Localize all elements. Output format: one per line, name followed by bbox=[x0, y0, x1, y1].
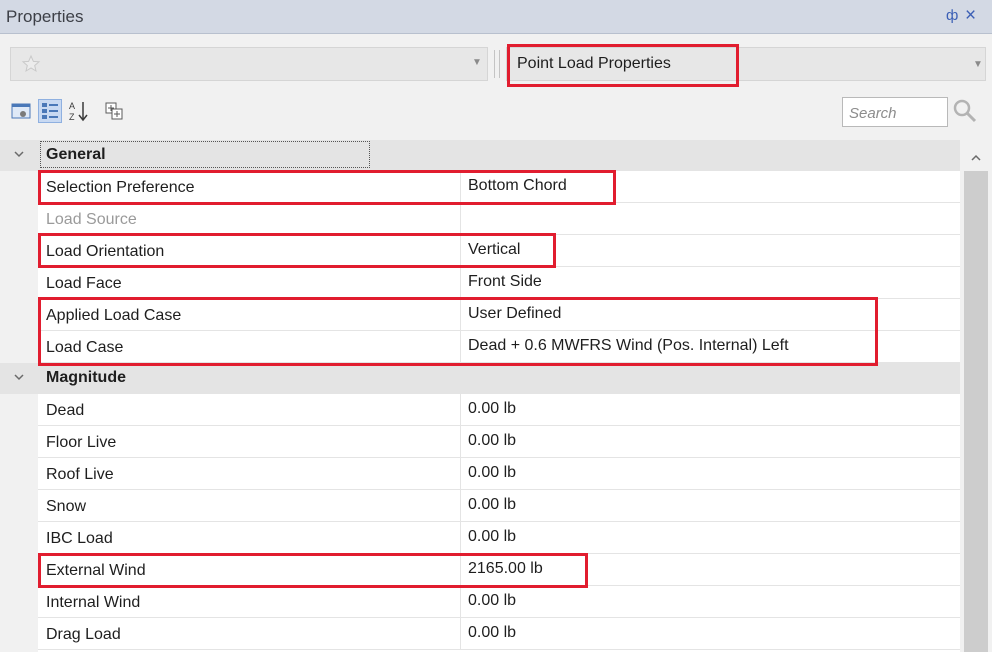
expand-all-icon bbox=[105, 102, 123, 120]
property-value[interactable]: 0.00 lb bbox=[468, 528, 516, 546]
property-name: Drag Load bbox=[46, 626, 121, 643]
property-row-external-wind[interactable]: External Wind 2165.00 lb bbox=[38, 554, 960, 586]
property-name: External Wind bbox=[46, 562, 146, 579]
column-divider bbox=[460, 299, 461, 331]
search-icon[interactable] bbox=[952, 98, 978, 124]
panel-title-bar: Properties ф × bbox=[0, 0, 992, 34]
property-name: Load Source bbox=[46, 211, 137, 228]
toolbar-separator bbox=[494, 50, 500, 78]
chevron-down-icon[interactable]: ▼ bbox=[472, 57, 482, 68]
property-value[interactable]: 0.00 lb bbox=[468, 400, 516, 418]
property-row-selection-preference[interactable]: Selection Preference Bottom Chord bbox=[38, 171, 960, 203]
object-selector-dropdown[interactable]: ▼ bbox=[10, 47, 488, 81]
property-value[interactable]: 0.00 lb bbox=[468, 432, 516, 450]
property-row-dead[interactable]: Dead 0.00 lb bbox=[38, 394, 960, 426]
property-name: IBC Load bbox=[46, 530, 113, 547]
property-value[interactable]: 2165.00 lb bbox=[468, 560, 543, 578]
panel-title: Properties bbox=[6, 7, 84, 26]
column-divider bbox=[460, 522, 461, 554]
category-magnitude[interactable]: Magnitude bbox=[0, 363, 960, 394]
property-row-floor-live[interactable]: Floor Live 0.00 lb bbox=[38, 426, 960, 458]
property-name: Load Case bbox=[46, 339, 124, 356]
scroll-up-arrow-icon[interactable] bbox=[970, 150, 982, 161]
property-row-load-case[interactable]: Load Case Dead + 0.6 MWFRS Wind (Pos. In… bbox=[38, 331, 960, 363]
property-row-internal-wind[interactable]: Internal Wind 0.00 lb bbox=[38, 586, 960, 618]
property-value[interactable]: 0.00 lb bbox=[468, 464, 516, 482]
favorite-star-icon[interactable] bbox=[21, 54, 41, 74]
property-name: Load Orientation bbox=[46, 243, 165, 260]
column-divider bbox=[460, 426, 461, 458]
property-name: Applied Load Case bbox=[46, 307, 182, 324]
property-pages-icon bbox=[42, 103, 58, 119]
focus-rectangle bbox=[40, 141, 370, 168]
property-value[interactable]: Front Side bbox=[468, 273, 542, 291]
column-divider bbox=[460, 618, 461, 650]
svg-text:A: A bbox=[69, 101, 75, 111]
property-name: Dead bbox=[46, 402, 85, 419]
property-value[interactable]: Bottom Chord bbox=[468, 177, 567, 195]
column-divider bbox=[460, 267, 461, 299]
property-row-load-orientation[interactable]: Load Orientation Vertical bbox=[38, 235, 960, 267]
column-divider bbox=[460, 490, 461, 522]
column-divider bbox=[460, 554, 461, 586]
vertical-scrollbar[interactable] bbox=[960, 140, 992, 652]
column-divider bbox=[460, 235, 461, 267]
property-name: Snow bbox=[46, 498, 87, 515]
property-name: Load Face bbox=[46, 275, 122, 292]
column-divider bbox=[460, 586, 461, 618]
chevron-down-icon[interactable] bbox=[13, 147, 25, 159]
chevron-down-icon[interactable]: ▼ bbox=[973, 59, 983, 70]
property-value[interactable]: 0.00 lb bbox=[468, 624, 516, 642]
property-row-drag-load[interactable]: Drag Load 0.00 lb bbox=[38, 618, 960, 650]
category-general[interactable]: General bbox=[0, 140, 960, 171]
property-row-load-source[interactable]: Load Source bbox=[38, 203, 960, 235]
grid-gutter bbox=[0, 140, 38, 652]
property-pages-button[interactable] bbox=[38, 99, 62, 123]
property-value[interactable]: 0.00 lb bbox=[468, 496, 516, 514]
search-box[interactable] bbox=[842, 97, 948, 127]
search-input[interactable] bbox=[847, 100, 947, 126]
property-value[interactable]: Vertical bbox=[468, 241, 520, 259]
column-divider bbox=[460, 458, 461, 490]
categorized-view-button[interactable] bbox=[9, 99, 33, 123]
close-icon[interactable]: × bbox=[965, 5, 976, 27]
sort-alphabetical-icon: A Z bbox=[69, 101, 88, 122]
property-value[interactable]: User Defined bbox=[468, 305, 561, 323]
column-divider bbox=[460, 171, 461, 203]
property-value[interactable]: 0.00 lb bbox=[468, 592, 516, 610]
chevron-down-icon[interactable] bbox=[13, 370, 25, 382]
property-name: Floor Live bbox=[46, 434, 117, 451]
column-divider bbox=[460, 203, 461, 235]
property-row-roof-live[interactable]: Roof Live 0.00 lb bbox=[38, 458, 960, 490]
expand-all-button[interactable] bbox=[102, 99, 126, 123]
categorized-view-icon bbox=[11, 103, 31, 119]
property-name: Roof Live bbox=[46, 466, 114, 483]
column-divider bbox=[460, 331, 461, 363]
property-name: Internal Wind bbox=[46, 594, 141, 611]
property-row-ibc-load[interactable]: IBC Load 0.00 lb bbox=[38, 522, 960, 554]
category-label: Magnitude bbox=[46, 369, 126, 386]
properties-type-dropdown[interactable]: Point Load Properties ▼ bbox=[506, 47, 986, 81]
property-row-snow[interactable]: Snow 0.00 lb bbox=[38, 490, 960, 522]
svg-text:Z: Z bbox=[69, 112, 75, 122]
scrollbar-thumb[interactable] bbox=[964, 171, 988, 652]
property-row-load-face[interactable]: Load Face Front Side bbox=[38, 267, 960, 299]
pin-icon[interactable]: ф bbox=[946, 7, 958, 24]
property-name: Selection Preference bbox=[46, 179, 195, 196]
property-value[interactable]: Dead + 0.6 MWFRS Wind (Pos. Internal) Le… bbox=[468, 337, 789, 355]
column-divider bbox=[460, 394, 461, 426]
property-row-applied-load-case[interactable]: Applied Load Case User Defined bbox=[38, 299, 960, 331]
sort-alphabetical-button[interactable]: A Z bbox=[67, 99, 91, 123]
properties-type-label: Point Load Properties bbox=[517, 55, 671, 72]
